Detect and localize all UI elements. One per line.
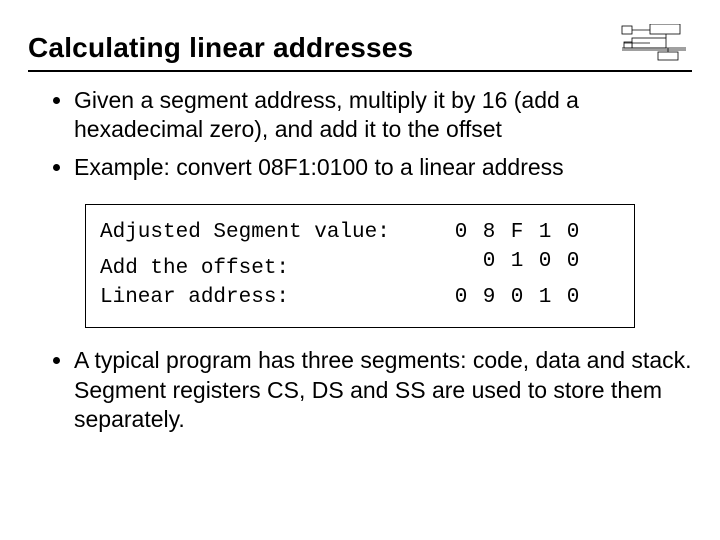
calc-digits: 0 9 0 1 0 — [400, 286, 580, 309]
bullet-item: Example: convert 08F1:0100 to a linear a… — [74, 153, 692, 182]
title-underline — [28, 70, 692, 72]
hex-digit: 8 — [482, 221, 496, 244]
hex-digit: 0 — [454, 286, 468, 309]
bullet-list-top: Given a segment address, multiply it by … — [28, 86, 692, 182]
calc-digits: 0 8 F 1 0 — [400, 221, 580, 244]
calc-label: Add the offset: — [100, 257, 400, 280]
calc-row-segment: Adjusted Segment value: 0 8 F 1 0 — [100, 221, 620, 244]
hex-digit — [454, 250, 468, 273]
bullet-item: Given a segment address, multiply it by … — [74, 86, 692, 145]
calculation-box: Adjusted Segment value: 0 8 F 1 0 Add th… — [85, 204, 635, 328]
title-row: Calculating linear addresses — [28, 24, 692, 64]
hex-digit: 1 — [510, 250, 524, 273]
cpu-diagram-icon — [620, 24, 692, 64]
bullet-list-bottom: A typical program has three segments: co… — [28, 346, 692, 434]
calc-row-result: Linear address: 0 9 0 1 0 — [100, 286, 620, 309]
hex-digit: 0 — [566, 250, 580, 273]
hex-digit: 0 — [510, 286, 524, 309]
slide-title: Calculating linear addresses — [28, 32, 413, 64]
hex-digit: 0 — [482, 250, 496, 273]
hex-digit: 0 — [566, 221, 580, 244]
calc-digits: 0 1 0 0 — [400, 250, 580, 273]
hex-digit: 0 — [538, 250, 552, 273]
hex-digit: 0 — [566, 286, 580, 309]
calc-row-offset: Add the offset: 0 1 0 0 — [100, 250, 620, 280]
slide: Calculating linear addresses Given a seg… — [0, 0, 720, 540]
calc-label: Adjusted Segment value: — [100, 221, 400, 244]
bullet-item: A typical program has three segments: co… — [74, 346, 692, 434]
hex-digit: 1 — [538, 221, 552, 244]
hex-digit: F — [510, 221, 524, 244]
calc-label: Linear address: — [100, 286, 400, 309]
hex-digit: 9 — [482, 286, 496, 309]
hex-digit: 0 — [454, 221, 468, 244]
hex-digit: 1 — [538, 286, 552, 309]
